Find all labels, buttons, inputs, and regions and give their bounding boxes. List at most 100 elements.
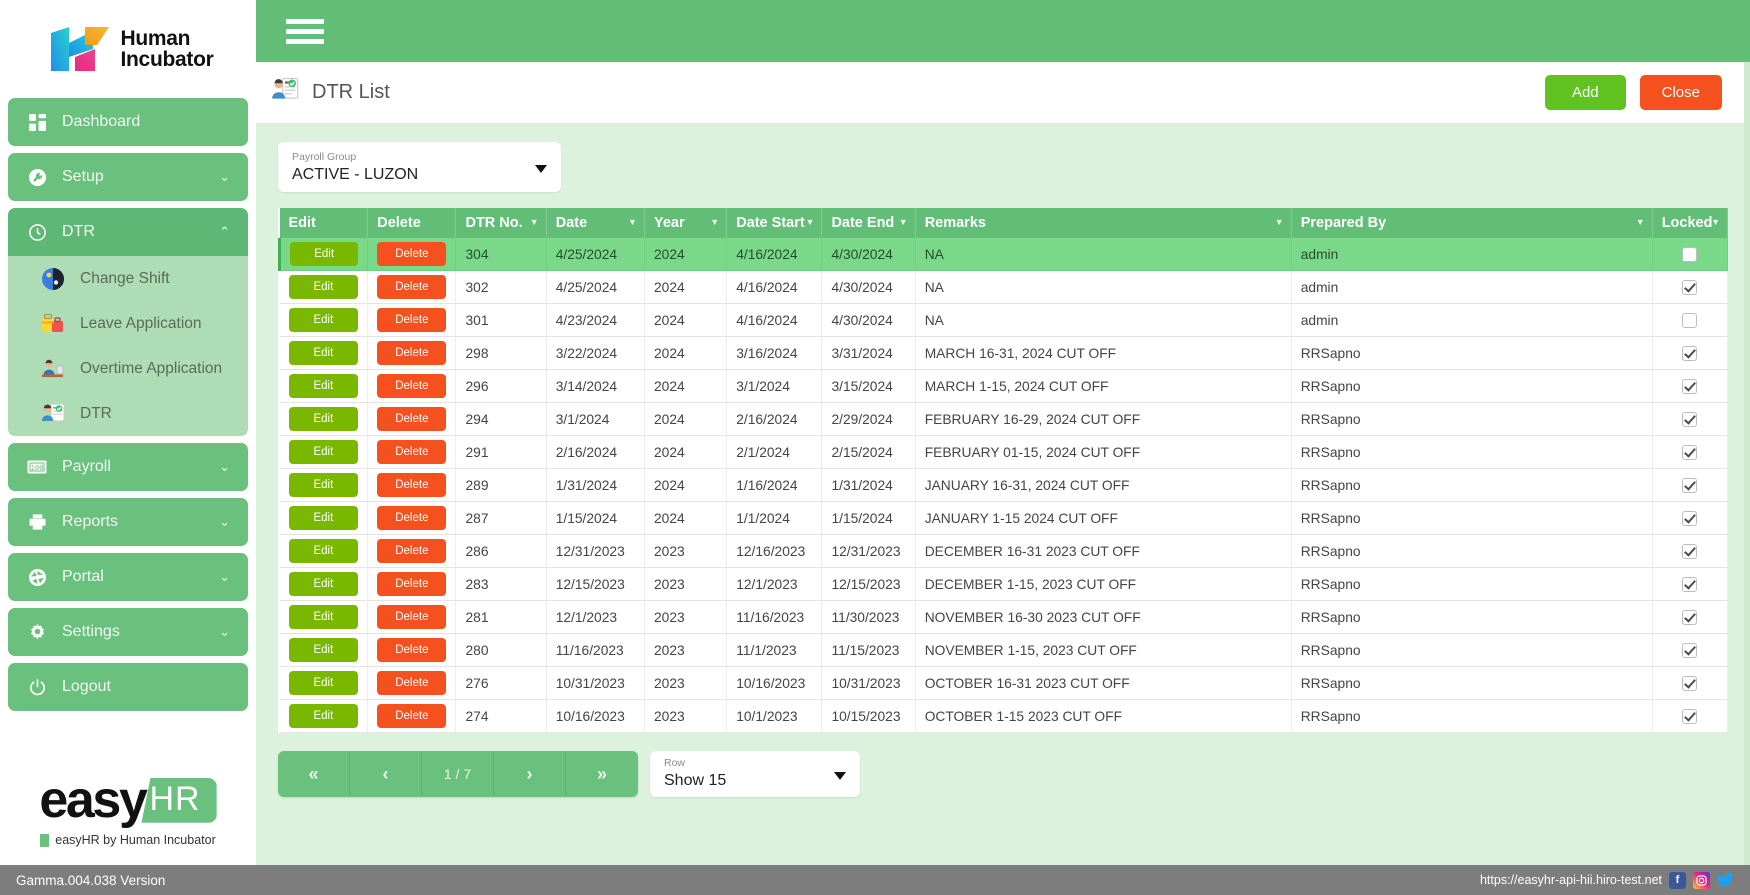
add-button[interactable]: Add xyxy=(1545,75,1626,110)
delete-button[interactable]: Delete xyxy=(377,341,446,365)
facebook-icon[interactable]: f xyxy=(1669,872,1686,889)
edit-button[interactable]: Edit xyxy=(289,473,359,497)
table-row[interactable]: EditDelete2963/14/202420243/1/20243/15/2… xyxy=(280,370,1728,403)
column-header-prepared-by[interactable]: Prepared By▼ xyxy=(1291,208,1652,238)
sidebar-item-overtime-application[interactable]: Overtime Application xyxy=(8,346,248,391)
edit-button[interactable]: Edit xyxy=(289,572,359,596)
locked-checkbox[interactable] xyxy=(1682,379,1697,394)
edit-button[interactable]: Edit xyxy=(289,440,359,464)
filter-icon[interactable]: ▼ xyxy=(806,217,815,227)
locked-checkbox[interactable] xyxy=(1682,709,1697,724)
delete-button[interactable]: Delete xyxy=(377,308,446,332)
delete-button[interactable]: Delete xyxy=(377,242,446,266)
locked-checkbox[interactable] xyxy=(1682,280,1697,295)
filter-icon[interactable]: ▼ xyxy=(1711,217,1720,227)
column-header-year[interactable]: Year▼ xyxy=(644,208,726,238)
delete-button[interactable]: Delete xyxy=(377,374,446,398)
edit-button[interactable]: Edit xyxy=(289,374,359,398)
table-row[interactable]: EditDelete28612/31/2023202312/16/202312/… xyxy=(280,535,1728,568)
locked-checkbox[interactable] xyxy=(1682,511,1697,526)
edit-button[interactable]: Edit xyxy=(289,638,359,662)
table-row[interactable]: EditDelete2983/22/202420243/16/20243/31/… xyxy=(280,337,1728,370)
close-button[interactable]: Close xyxy=(1640,75,1722,110)
column-header-dtr-no[interactable]: DTR No.▼ xyxy=(456,208,546,238)
locked-checkbox[interactable] xyxy=(1682,412,1697,427)
edit-button[interactable]: Edit xyxy=(289,671,359,695)
column-header-edit[interactable]: Edit xyxy=(280,208,368,238)
payroll-group-select[interactable]: Payroll Group ACTIVE - LUZON xyxy=(278,142,561,192)
delete-button[interactable]: Delete xyxy=(377,407,446,431)
filter-icon[interactable]: ▼ xyxy=(1636,217,1645,227)
edit-button[interactable]: Edit xyxy=(289,341,359,365)
prev-page-button[interactable]: ‹ xyxy=(350,751,422,797)
delete-button[interactable]: Delete xyxy=(377,704,446,728)
table-row[interactable]: EditDelete3014/23/202420244/16/20244/30/… xyxy=(280,304,1728,337)
table-row[interactable]: EditDelete27610/31/2023202310/16/202310/… xyxy=(280,667,1728,700)
column-header-delete[interactable]: Delete xyxy=(368,208,456,238)
sidebar-item-payroll[interactable]: 100 Payroll ⌄ xyxy=(8,443,248,491)
delete-button[interactable]: Delete xyxy=(377,539,446,563)
next-page-button[interactable]: › xyxy=(494,751,566,797)
sidebar-item-dashboard[interactable]: Dashboard xyxy=(8,98,248,146)
column-header-locked[interactable]: Locked▼ xyxy=(1652,208,1727,238)
column-header-date-end[interactable]: Date End▼ xyxy=(822,208,915,238)
edit-button[interactable]: Edit xyxy=(289,407,359,431)
edit-button[interactable]: Edit xyxy=(289,704,359,728)
filter-icon[interactable]: ▼ xyxy=(530,217,539,227)
filter-icon[interactable]: ▼ xyxy=(710,217,719,227)
delete-button[interactable]: Delete xyxy=(377,572,446,596)
locked-checkbox[interactable] xyxy=(1682,643,1697,658)
delete-button[interactable]: Delete xyxy=(377,671,446,695)
table-row[interactable]: EditDelete28112/1/2023202311/16/202311/3… xyxy=(280,601,1728,634)
locked-checkbox[interactable] xyxy=(1682,247,1697,262)
delete-button[interactable]: Delete xyxy=(377,440,446,464)
vertical-scrollbar[interactable] xyxy=(1744,62,1750,865)
table-row[interactable]: EditDelete28011/16/2023202311/1/202311/1… xyxy=(280,634,1728,667)
table-row[interactable]: EditDelete3024/25/202420244/16/20244/30/… xyxy=(280,271,1728,304)
delete-button[interactable]: Delete xyxy=(377,473,446,497)
last-page-button[interactable]: » xyxy=(566,751,638,797)
edit-button[interactable]: Edit xyxy=(289,275,359,299)
table-row[interactable]: EditDelete2943/1/202420242/16/20242/29/2… xyxy=(280,403,1728,436)
edit-button[interactable]: Edit xyxy=(289,605,359,629)
delete-button[interactable]: Delete xyxy=(377,506,446,530)
locked-checkbox[interactable] xyxy=(1682,445,1697,460)
locked-checkbox[interactable] xyxy=(1682,676,1697,691)
table-row[interactable]: EditDelete2871/15/202420241/1/20241/15/2… xyxy=(280,502,1728,535)
edit-button[interactable]: Edit xyxy=(289,539,359,563)
sidebar-item-setup[interactable]: Setup ⌄ xyxy=(8,153,248,201)
filter-icon[interactable]: ▼ xyxy=(899,217,908,227)
column-header-date-start[interactable]: Date Start▼ xyxy=(727,208,822,238)
locked-checkbox[interactable] xyxy=(1682,544,1697,559)
rows-per-page-select[interactable]: Row Show 15 xyxy=(650,751,860,797)
locked-checkbox[interactable] xyxy=(1682,313,1697,328)
table-row[interactable]: EditDelete2912/16/202420242/1/20242/15/2… xyxy=(280,436,1728,469)
edit-button[interactable]: Edit xyxy=(290,242,358,266)
delete-button[interactable]: Delete xyxy=(377,275,446,299)
delete-button[interactable]: Delete xyxy=(377,638,446,662)
table-row[interactable]: EditDelete27410/16/2023202310/1/202310/1… xyxy=(280,700,1728,733)
locked-checkbox[interactable] xyxy=(1682,610,1697,625)
edit-button[interactable]: Edit xyxy=(289,308,359,332)
sidebar-item-leave-application[interactable]: Leave Application xyxy=(8,301,248,346)
sidebar-item-change-shift[interactable]: Change Shift xyxy=(8,256,248,301)
edit-button[interactable]: Edit xyxy=(289,506,359,530)
filter-icon[interactable]: ▼ xyxy=(1275,217,1284,227)
column-header-remarks[interactable]: Remarks▼ xyxy=(915,208,1291,238)
table-row[interactable]: EditDelete3044/25/202420244/16/20244/30/… xyxy=(280,238,1728,271)
sidebar-item-logout[interactable]: Logout xyxy=(8,663,248,711)
table-row[interactable]: EditDelete2891/31/202420241/16/20241/31/… xyxy=(280,469,1728,502)
locked-checkbox[interactable] xyxy=(1682,478,1697,493)
sidebar-item-dtr-child[interactable]: DTR xyxy=(8,391,248,436)
table-row[interactable]: EditDelete28312/15/2023202312/1/202312/1… xyxy=(280,568,1728,601)
locked-checkbox[interactable] xyxy=(1682,577,1697,592)
chevron-down-icon[interactable] xyxy=(535,165,547,173)
hamburger-icon[interactable] xyxy=(286,19,324,44)
filter-icon[interactable]: ▼ xyxy=(628,217,637,227)
sidebar-item-reports[interactable]: Reports ⌄ xyxy=(8,498,248,546)
sidebar-item-dtr[interactable]: DTR ⌃ xyxy=(8,208,248,256)
instagram-icon[interactable] xyxy=(1693,872,1710,889)
chevron-down-icon[interactable] xyxy=(834,772,846,780)
first-page-button[interactable]: « xyxy=(278,751,350,797)
sidebar-item-portal[interactable]: Portal ⌄ xyxy=(8,553,248,601)
